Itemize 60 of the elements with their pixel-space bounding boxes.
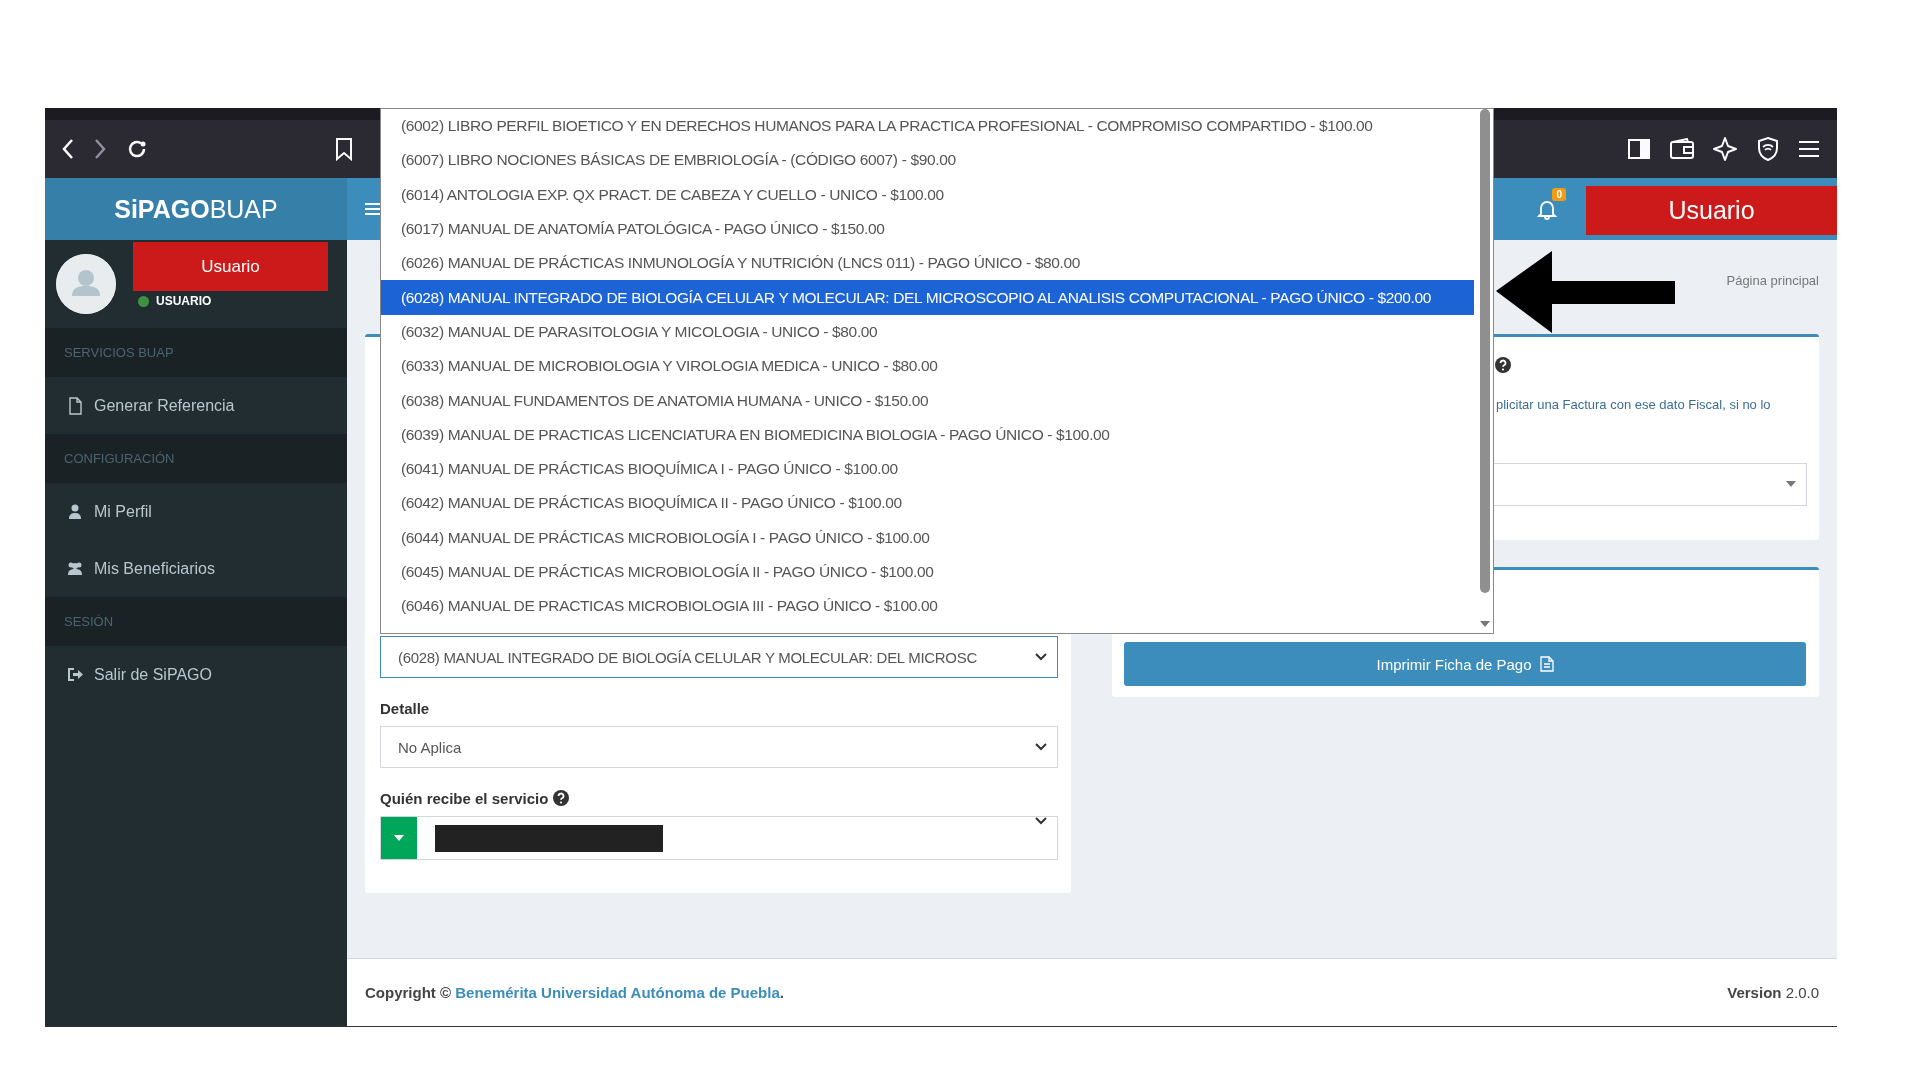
menu-section-header: SERVICIOS BUAP: [45, 328, 347, 377]
dropdown-option[interactable]: (6014) ANTOLOGIA EXP. QX PRACT. DE CABEZA Y CUELLO - UNICO - $100.00: [381, 177, 1474, 212]
dropdown-option[interactable]: (6028) MANUAL INTEGRADO DE BIOLOGÍA CELULAR Y MOLECULAR: DEL MICROSCOPIO AL ANALISIS COMPUTACIONAL - PAGO ÚNICO - $200.00: [381, 280, 1474, 315]
detail-select[interactable]: No Aplica: [380, 726, 1058, 768]
print-button[interactable]: Imprimir Ficha de Pago: [1124, 642, 1806, 686]
app-logo[interactable]: SiPAGOBUAP: [45, 178, 347, 240]
forward-icon[interactable]: [93, 138, 107, 160]
hamburger-icon[interactable]: [365, 202, 381, 216]
dropdown-option[interactable]: (6039) MANUAL DE PRACTICAS LICENCIATURA EN BIOMEDICINA BIOLOGIA - PAGO ÚNICO - $100.00: [381, 417, 1474, 452]
caret-icon: [1035, 743, 1047, 751]
dropdown-option[interactable]: (6002) LIBRO PERFIL BIOETICO Y EN DERECHOS HUMANOS PARA LA PRACTICA PROFESIONAL - COMPROMISO COMPARTIDO - $100.00: [381, 109, 1474, 144]
help-icon[interactable]: [552, 790, 569, 806]
menu-section-header: SESIÓN: [45, 597, 347, 646]
caret-icon: [1035, 653, 1047, 661]
user-role: USUARIO: [156, 294, 212, 308]
triangle-down-icon: [394, 835, 404, 841]
breadcrumb-link[interactable]: Página principal: [1726, 272, 1819, 288]
caret-icon: [1035, 817, 1047, 825]
logout-icon: [67, 665, 84, 684]
copyright-text: Copyright © Benemérita Universidad Autónoma de Puebla.: [365, 984, 784, 1001]
menu-icon[interactable]: [1797, 139, 1821, 159]
triangle-down-icon: [1786, 481, 1796, 487]
version-text: Version 2.0.0: [1727, 984, 1819, 1001]
back-icon[interactable]: [61, 138, 75, 160]
scrollbar-thumb[interactable]: [1480, 109, 1490, 593]
shield-icon[interactable]: [1757, 136, 1779, 162]
dropdown-option[interactable]: (6032) MANUAL DE PARASITOLOGIA Y MICOLOGIA - UNICO - $80.00: [381, 314, 1474, 350]
dropdown-option[interactable]: (6046) MANUAL DE PRACTICAS MICROBIOLOGIA III - PAGO ÚNICO - $100.00: [381, 589, 1474, 624]
dropdown-option[interactable]: (6026) MANUAL DE PRÁCTICAS INMUNOLOGÍA Y NUTRICIÓN (LNCS 011) - PAGO ÚNICO - $80.00: [381, 246, 1474, 281]
wallet-icon[interactable]: [1669, 138, 1695, 160]
field-label: Quién recibe el servicio: [380, 790, 549, 807]
sparkle-icon[interactable]: [1713, 136, 1739, 162]
dropdown-option[interactable]: (6044) MANUAL DE PRÁCTICAS MICROBIOLOGÍA I - PAGO ÚNICO - $100.00: [381, 520, 1474, 555]
bookmark-icon[interactable]: [335, 137, 353, 161]
service-select[interactable]: (6028) MANUAL INTEGRADO DE BIOLOGÍA CELULAR Y MOLECULAR: DEL MICROSC: [380, 636, 1058, 678]
scroll-down-icon[interactable]: [1480, 621, 1490, 627]
user-icon: [67, 502, 84, 521]
document-icon: [67, 396, 84, 415]
help-icon[interactable]: [1495, 357, 1511, 373]
sidebar-icon[interactable]: [1627, 138, 1651, 160]
recipient-select[interactable]: [380, 816, 1058, 860]
dropdown-option[interactable]: (6033) MANUAL DE MICROBIOLOGIA Y VIROLOGIA MEDICA - UNICO - $80.00: [381, 349, 1474, 384]
user-menu-button[interactable]: Usuario: [1586, 186, 1837, 235]
dropdown-option[interactable]: (6042) MANUAL DE PRÁCTICAS BIOQUÍMICA II - PAGO ÚNICO - $100.00: [381, 486, 1474, 521]
bell-icon[interactable]: [1536, 198, 1558, 220]
user-name: Usuario: [133, 242, 328, 291]
online-dot: [138, 295, 149, 307]
dropdown-option[interactable]: (6038) MANUAL FUNDAMENTOS DE ANATOMIA HUMANA - UNICO - $150.00: [381, 383, 1474, 418]
dropdown-option[interactable]: (6045) MANUAL DE PRÁCTICAS MICROBIOLOGÍA II - PAGO ÚNICO - $100.00: [381, 554, 1474, 590]
invoice-note: plicitar una Factura con ese dato Fiscal, si no lo: [1496, 397, 1771, 412]
notification-badge: 0: [1552, 188, 1566, 201]
avatar-icon: [56, 254, 116, 314]
dropdown-option[interactable]: (6017) MANUAL DE ANATOMÍA PATOLÓGICA - PAGO ÚNICO - $150.00: [381, 211, 1474, 247]
dropdown-option[interactable]: (6041) MANUAL DE PRÁCTICAS BIOQUÍMICA I - PAGO ÚNICO - $100.00: [381, 451, 1474, 487]
dropdown-toggle-button[interactable]: [381, 817, 417, 859]
university-link[interactable]: Benemérita Universidad Autónoma de Puebla: [455, 984, 780, 1001]
field-label: Detalle: [380, 700, 431, 717]
document-icon: [1539, 656, 1554, 672]
dropdown-option[interactable]: (6007) LIBRO NOCIONES BÁSICAS DE EMBRIOLOGÍA - (CÓDIGO 6007) - $90.00: [381, 143, 1474, 178]
menu-section-header: CONFIGURACIÓN: [45, 434, 347, 483]
